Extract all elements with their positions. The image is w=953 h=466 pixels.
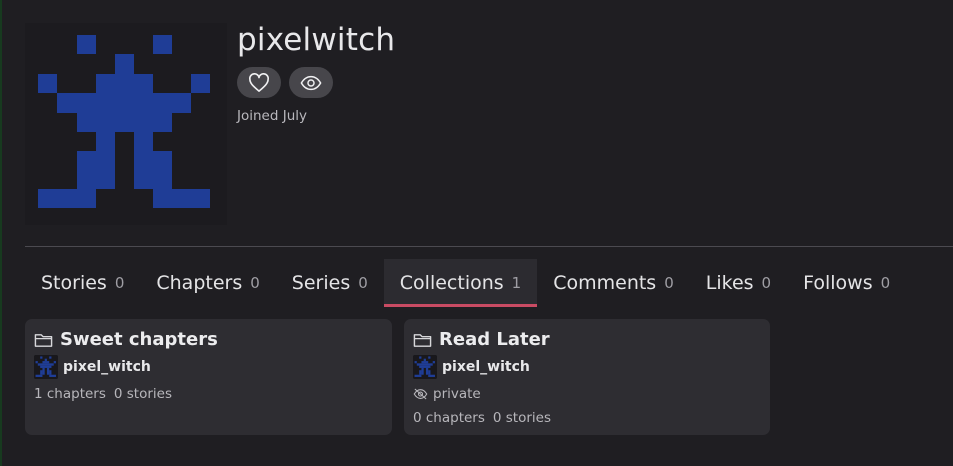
tab-count: 0 [880, 274, 891, 292]
chapter-count: 0 chapters [413, 410, 485, 426]
tab-count: 0 [664, 274, 674, 292]
collection-stats: 1 chapters 0 stories [34, 384, 383, 404]
watch-button[interactable] [289, 67, 333, 98]
story-count: 0 stories [492, 410, 551, 426]
owner-avatar [413, 355, 437, 379]
heart-icon [249, 72, 269, 92]
tab-follows[interactable]: Follows 0 [787, 259, 906, 307]
tab-series[interactable]: Series 0 [276, 259, 384, 307]
collection-stats: 0 chapters 0 stories [413, 408, 761, 428]
tab-label: Stories [41, 272, 107, 294]
folder-icon [413, 334, 432, 347]
tab-comments[interactable]: Comments 0 [537, 259, 690, 307]
tab-count: 0 [114, 274, 125, 292]
owner-name[interactable]: pixel_witch [442, 359, 530, 375]
tab-count: 0 [250, 274, 260, 292]
chapter-count: 1 chapters [34, 386, 106, 402]
owner-name[interactable]: pixel_witch [63, 359, 151, 375]
eye-icon [300, 75, 322, 90]
collection-card[interactable]: Sweet chapters pixel_witch 1 chapters 0 … [25, 319, 392, 435]
profile-tabs: Stories 0 Chapters 0 Series 0 Collection… [25, 259, 906, 307]
collection-title[interactable]: Read Later [439, 329, 550, 350]
tab-label: Series [291, 272, 351, 294]
tab-label: Collections [399, 272, 504, 294]
tab-count: 1 [511, 274, 522, 292]
story-count: 0 stories [113, 386, 172, 402]
username: pixelwitch [237, 22, 396, 58]
joined-date: Joined July [237, 108, 307, 124]
folder-icon [34, 334, 53, 347]
privacy-status: private [413, 384, 761, 403]
privacy-label: private [433, 385, 481, 402]
collection-title[interactable]: Sweet chapters [60, 329, 218, 350]
tab-stories[interactable]: Stories 0 [25, 259, 140, 307]
window-edge [0, 0, 2, 466]
header-divider [25, 246, 953, 247]
tab-count: 0 [358, 274, 368, 292]
tab-collections[interactable]: Collections 1 [383, 259, 538, 307]
tab-label: Chapters [156, 272, 243, 294]
tab-count: 0 [761, 274, 772, 292]
profile-avatar [25, 23, 227, 225]
eye-off-icon [413, 388, 428, 399]
tab-chapters[interactable]: Chapters 0 [140, 259, 275, 307]
owner-avatar [34, 355, 58, 379]
collection-card[interactable]: Read Later pixel_witch private 0 chapter… [404, 319, 770, 435]
tab-likes[interactable]: Likes 0 [690, 259, 787, 307]
tab-label: Comments [553, 272, 657, 294]
tab-label: Follows [803, 272, 873, 294]
like-button[interactable] [237, 67, 281, 98]
tab-label: Likes [705, 272, 754, 294]
